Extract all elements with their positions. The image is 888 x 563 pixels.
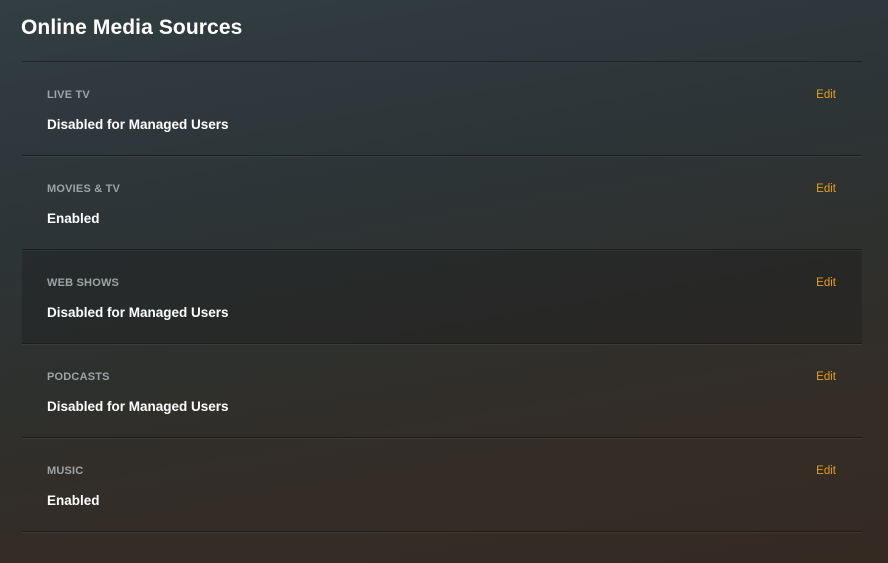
source-row-music[interactable]: MUSIC Enabled Edit	[22, 438, 862, 532]
source-row-live-tv[interactable]: LIVE TV Disabled for Managed Users Edit	[22, 62, 862, 156]
edit-podcasts-link[interactable]: Edit	[816, 371, 836, 383]
source-status: Enabled	[47, 493, 100, 508]
source-name: MUSIC	[47, 465, 84, 477]
edit-movies-tv-link[interactable]: Edit	[816, 183, 836, 195]
page-title: Online Media Sources	[21, 16, 243, 39]
source-status: Enabled	[47, 211, 100, 226]
source-row-movies-tv[interactable]: MOVIES & TV Enabled Edit	[22, 156, 862, 250]
edit-live-tv-link[interactable]: Edit	[816, 89, 836, 101]
source-name: LIVE TV	[47, 89, 90, 101]
source-row-podcasts[interactable]: PODCASTS Disabled for Managed Users Edit	[22, 344, 862, 438]
edit-web-shows-link[interactable]: Edit	[816, 277, 836, 289]
source-status: Disabled for Managed Users	[47, 399, 229, 414]
source-name: WEB SHOWS	[47, 277, 120, 289]
edit-music-link[interactable]: Edit	[816, 465, 836, 477]
source-name: MOVIES & TV	[47, 183, 121, 195]
media-sources-list: LIVE TV Disabled for Managed Users Edit …	[22, 61, 862, 532]
source-status: Disabled for Managed Users	[47, 117, 229, 132]
source-name: PODCASTS	[47, 371, 110, 383]
source-status: Disabled for Managed Users	[47, 305, 229, 320]
source-row-web-shows[interactable]: WEB SHOWS Disabled for Managed Users Edi…	[22, 250, 862, 344]
